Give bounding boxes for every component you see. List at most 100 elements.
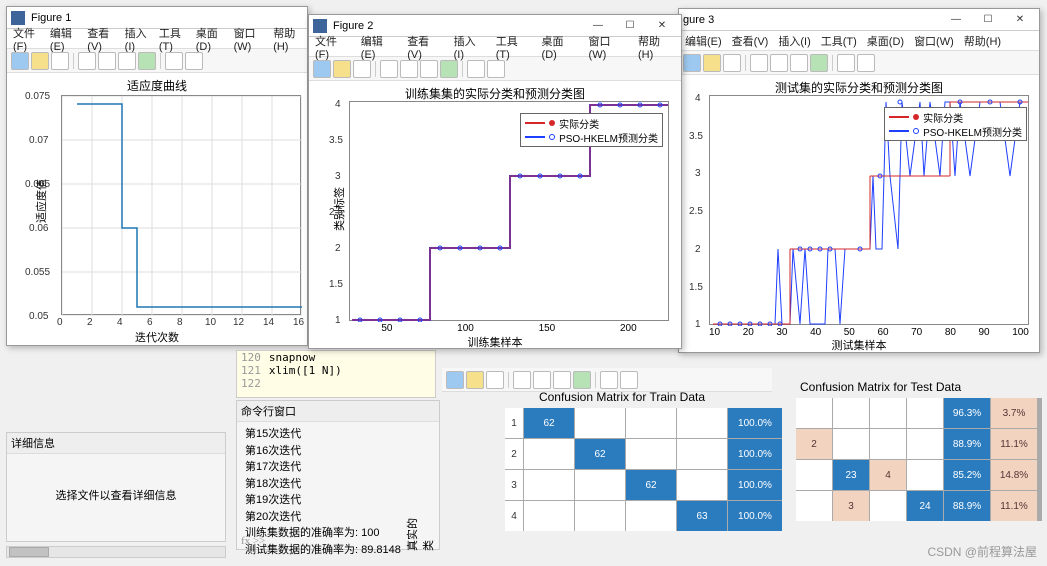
maximize-icon[interactable]: ☐ bbox=[973, 11, 1003, 29]
menu-window[interactable]: 窗口(W) bbox=[234, 25, 264, 53]
menu-tools[interactable]: 工具(T) bbox=[496, 33, 532, 61]
cursor-icon[interactable] bbox=[837, 54, 855, 72]
pan-icon[interactable] bbox=[790, 54, 808, 72]
menu-help[interactable]: 帮助(H) bbox=[964, 33, 1001, 49]
close-icon[interactable]: ✕ bbox=[1005, 11, 1035, 29]
menu-desktop[interactable]: 桌面(D) bbox=[542, 33, 579, 61]
figure-2-legend[interactable]: 实际分类 PSO-HKELM预测分类 bbox=[520, 113, 663, 147]
menu-edit[interactable]: 编辑(E) bbox=[361, 33, 397, 61]
menu-view[interactable]: 查看(V) bbox=[87, 25, 114, 53]
code-line[interactable]: xlim([1 N]) bbox=[269, 364, 342, 377]
menu-insert[interactable]: 插入(I) bbox=[125, 25, 149, 53]
ytick: 4 bbox=[695, 93, 701, 104]
scrollbar-thumb[interactable] bbox=[9, 547, 49, 557]
code-line[interactable]: snapnow bbox=[269, 351, 315, 364]
rotate-icon[interactable] bbox=[810, 54, 828, 72]
menu-window[interactable]: 窗口(W) bbox=[589, 33, 628, 61]
figure-2-axes[interactable]: 训练集集的实际分类和预测分类图 实际分类 PSO-HKELM预测分类 类别标签 … bbox=[309, 81, 681, 348]
menu-view[interactable]: 查看(V) bbox=[407, 33, 443, 61]
menu-desktop[interactable]: 桌面(D) bbox=[196, 25, 224, 53]
figure-1-axes[interactable]: 适应度曲线 适应度值 0.05 0.055 0.06 0.065 0.07 0.… bbox=[7, 73, 307, 345]
menu-tools[interactable]: 工具(T) bbox=[159, 25, 186, 53]
figure-3-axes[interactable]: 测试集的实际分类和预测分类图 实际分类 PSO-HKELM预测分类 1 1.5 … bbox=[679, 75, 1039, 352]
print-icon[interactable] bbox=[486, 371, 504, 389]
cursor-icon[interactable] bbox=[467, 60, 485, 78]
figure-3-chart-title: 测试集的实际分类和预测分类图 bbox=[679, 79, 1039, 96]
figure-2-toolbar[interactable] bbox=[309, 57, 681, 81]
figure-3-titlebar[interactable]: gure 3 — ☐ ✕ bbox=[679, 9, 1039, 31]
zoom-out-icon[interactable] bbox=[533, 371, 551, 389]
brush-icon[interactable] bbox=[487, 60, 505, 78]
save-icon[interactable] bbox=[31, 52, 49, 70]
figure-1-toolbar[interactable] bbox=[7, 49, 307, 73]
ytick: 0.05 bbox=[29, 311, 48, 322]
menu-insert[interactable]: 插入(I) bbox=[454, 33, 486, 61]
matlab-icon bbox=[11, 11, 25, 25]
figure-1-window[interactable]: Figure 1 文件(F) 编辑(E) 查看(V) 插入(I) 工具(T) 桌… bbox=[6, 6, 308, 346]
figure-3-window[interactable]: gure 3 — ☐ ✕ 编辑(E) 查看(V) 插入(I) 工具(T) 桌面(… bbox=[678, 8, 1040, 353]
print-icon[interactable] bbox=[51, 52, 69, 70]
confusion-train-title: Confusion Matrix for Train Data bbox=[462, 390, 782, 404]
menu-file[interactable]: 文件(F) bbox=[315, 33, 351, 61]
zoom-out-icon[interactable] bbox=[400, 60, 418, 78]
new-figure-icon[interactable] bbox=[446, 371, 464, 389]
menu-window[interactable]: 窗口(W) bbox=[914, 33, 954, 49]
brush-icon[interactable] bbox=[185, 52, 203, 70]
save-icon[interactable] bbox=[333, 60, 351, 78]
new-figure-icon[interactable] bbox=[313, 60, 331, 78]
zoom-out-icon[interactable] bbox=[770, 54, 788, 72]
save-icon[interactable] bbox=[466, 371, 484, 389]
menu-desktop[interactable]: 桌面(D) bbox=[867, 33, 904, 49]
confusion-test: Confusion Matrix for Test Data 96.3%3.7%… bbox=[796, 380, 1042, 521]
pan-icon[interactable] bbox=[553, 371, 571, 389]
new-figure-icon[interactable] bbox=[11, 52, 29, 70]
xtick: 150 bbox=[539, 323, 556, 334]
cm-summary: 11.1% bbox=[991, 491, 1037, 521]
xtick: 10 bbox=[709, 327, 720, 338]
figure-3-menubar[interactable]: 编辑(E) 查看(V) 插入(I) 工具(T) 桌面(D) 窗口(W) 帮助(H… bbox=[679, 31, 1039, 51]
pan-icon[interactable] bbox=[420, 60, 438, 78]
ytick: 2.5 bbox=[329, 207, 343, 218]
menu-edit[interactable]: 编辑(E) bbox=[685, 33, 722, 49]
figure-3-toolbar[interactable] bbox=[679, 51, 1039, 75]
menu-view[interactable]: 查看(V) bbox=[732, 33, 769, 49]
cursor-icon[interactable] bbox=[600, 371, 618, 389]
save-icon[interactable] bbox=[703, 54, 721, 72]
xtick: 100 bbox=[1012, 327, 1029, 338]
zoom-in-icon[interactable] bbox=[78, 52, 96, 70]
figure-2-window[interactable]: Figure 2 — ☐ ✕ 文件(F) 编辑(E) 查看(V) 插入(I) 工… bbox=[308, 14, 682, 349]
menu-file[interactable]: 文件(F) bbox=[13, 25, 40, 53]
detail-panel[interactable]: 详细信息 选择文件以查看详细信息 bbox=[6, 432, 226, 542]
cm-summary: 88.9% bbox=[944, 429, 990, 459]
brush-icon[interactable] bbox=[857, 54, 875, 72]
zoom-out-icon[interactable] bbox=[98, 52, 116, 70]
figure-2-menubar[interactable]: 文件(F) 编辑(E) 查看(V) 插入(I) 工具(T) 桌面(D) 窗口(W… bbox=[309, 37, 681, 57]
zoom-in-icon[interactable] bbox=[750, 54, 768, 72]
menu-tools[interactable]: 工具(T) bbox=[821, 33, 857, 49]
cursor-icon[interactable] bbox=[165, 52, 183, 70]
editor-panel[interactable]: 120snapnow 121xlim([1 N]) 122 bbox=[236, 350, 436, 398]
rotate-icon[interactable] bbox=[440, 60, 458, 78]
frag-toolbar[interactable] bbox=[442, 368, 772, 392]
menu-help[interactable]: 帮助(H) bbox=[638, 33, 675, 61]
print-icon[interactable] bbox=[353, 60, 371, 78]
fx-prompt-icon[interactable]: fx >> bbox=[241, 535, 265, 547]
rotate-icon[interactable] bbox=[138, 52, 156, 70]
zoom-in-icon[interactable] bbox=[513, 371, 531, 389]
rotate-icon[interactable] bbox=[573, 371, 591, 389]
pan-icon[interactable] bbox=[118, 52, 136, 70]
xtick: 50 bbox=[381, 323, 392, 334]
xtick: 30 bbox=[776, 327, 787, 338]
figure-3-legend[interactable]: 实际分类 PSO-HKELM预测分类 bbox=[884, 107, 1027, 141]
menu-edit[interactable]: 编辑(E) bbox=[50, 25, 77, 53]
menu-insert[interactable]: 插入(I) bbox=[778, 33, 810, 49]
minimize-icon[interactable]: — bbox=[941, 11, 971, 29]
ytick: 2 bbox=[695, 244, 701, 255]
print-icon[interactable] bbox=[723, 54, 741, 72]
scrollbar-bottom[interactable] bbox=[6, 546, 226, 558]
zoom-in-icon[interactable] bbox=[380, 60, 398, 78]
figure-1-menubar[interactable]: 文件(F) 编辑(E) 查看(V) 插入(I) 工具(T) 桌面(D) 窗口(W… bbox=[7, 29, 307, 49]
brush-icon[interactable] bbox=[620, 371, 638, 389]
menu-help[interactable]: 帮助(H) bbox=[273, 25, 301, 53]
new-figure-icon[interactable] bbox=[683, 54, 701, 72]
